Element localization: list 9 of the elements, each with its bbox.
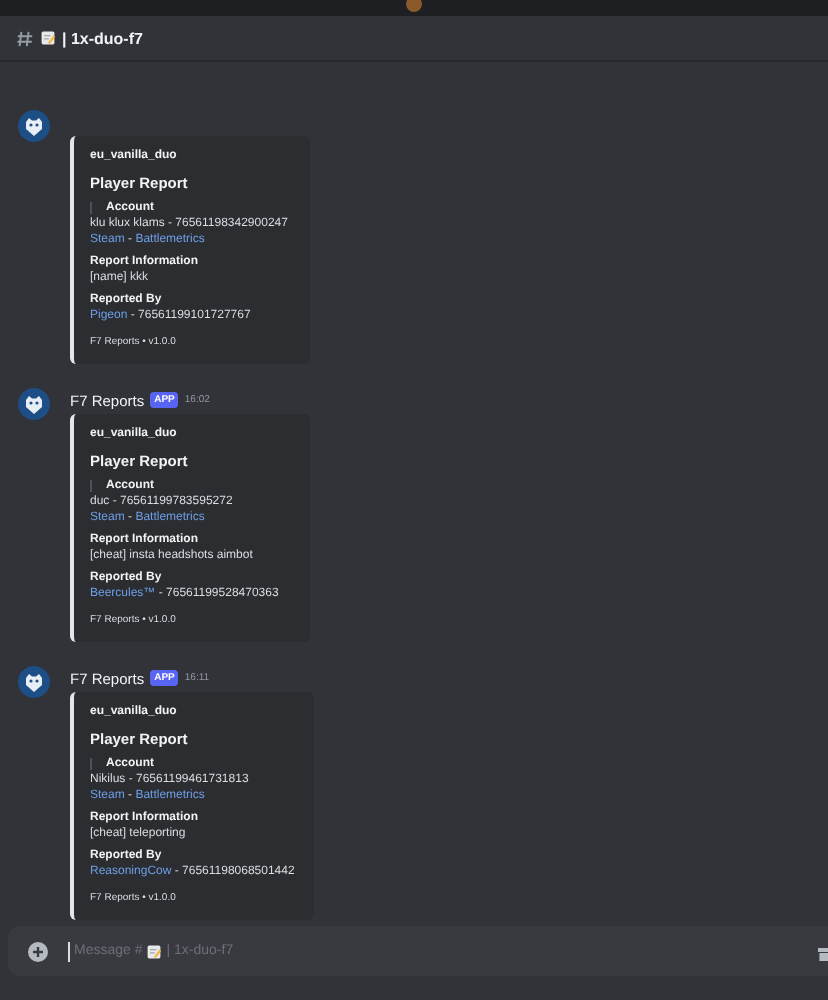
- add-icon[interactable]: [28, 941, 48, 961]
- memo-icon: [146, 943, 163, 959]
- bear-avatar-icon[interactable]: [18, 666, 50, 698]
- text-channel-icon: [16, 29, 34, 47]
- bear-avatar-icon[interactable]: [18, 110, 50, 142]
- channel-name: | 1x-duo-f7: [62, 29, 143, 47]
- server-icon[interactable]: [406, 0, 422, 12]
- bear-avatar-icon[interactable]: [18, 388, 50, 420]
- memo-icon: [40, 30, 56, 46]
